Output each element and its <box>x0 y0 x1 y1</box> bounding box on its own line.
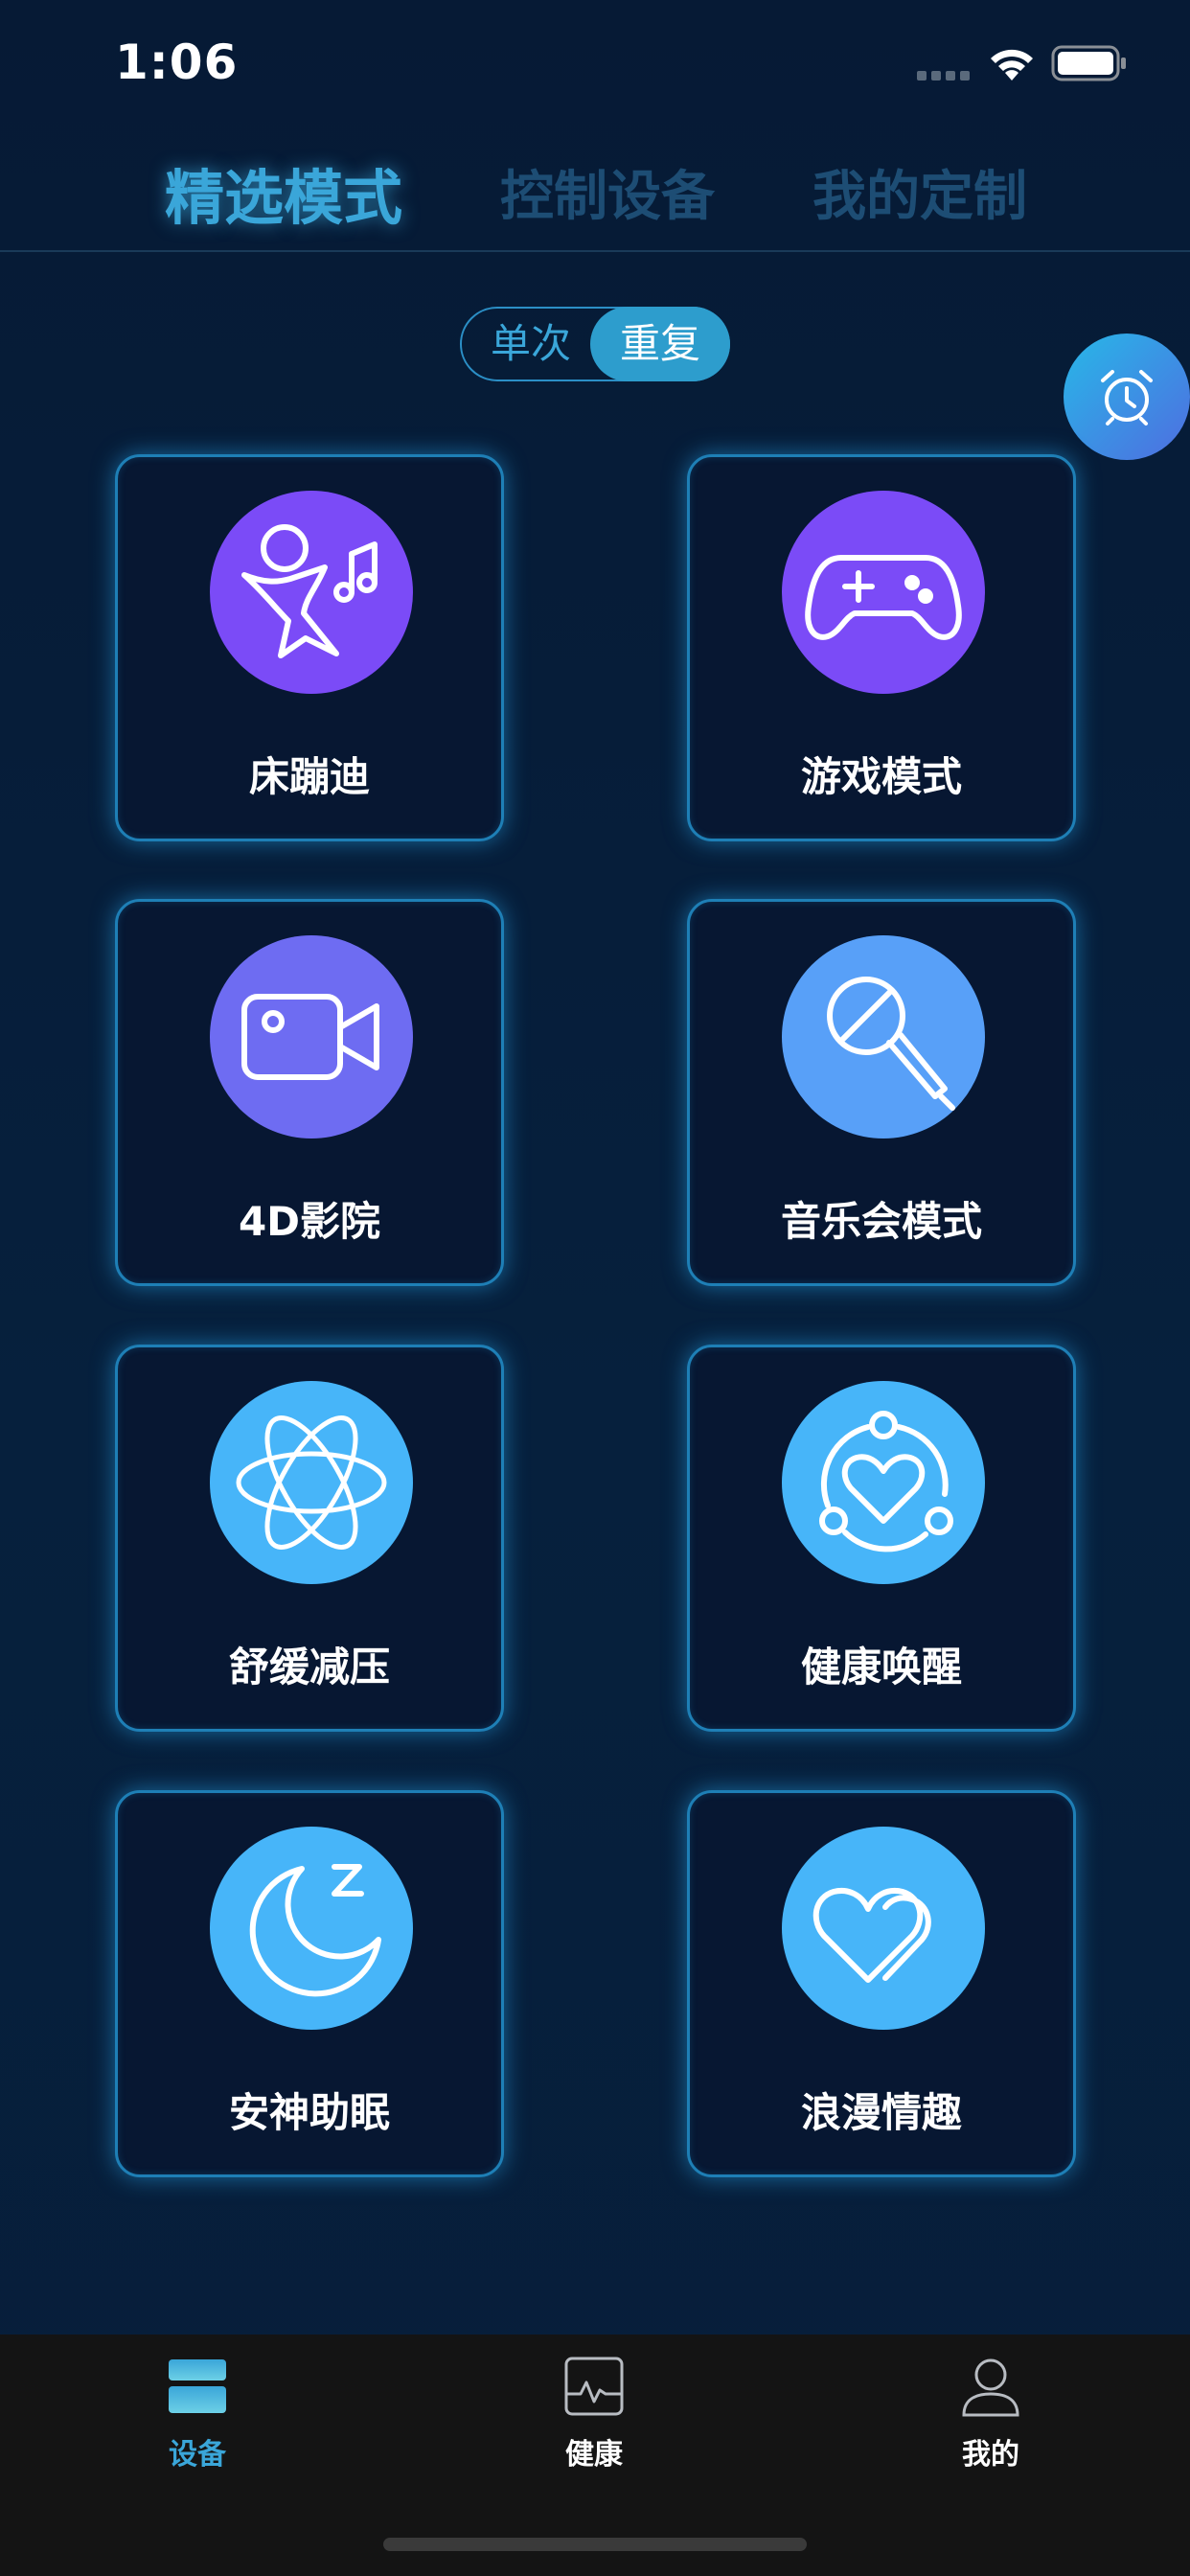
mode-label: 音乐会模式 <box>780 1198 982 1245</box>
repeat-segment-control: 单次 重复 <box>460 307 730 381</box>
alarm-button[interactable] <box>1064 334 1190 460</box>
nav-devices[interactable]: 设备 <box>121 2356 274 2472</box>
mode-label: 游戏模式 <box>800 753 962 800</box>
status-time: 1:06 <box>115 34 239 90</box>
wifi-icon <box>991 49 1033 80</box>
gamepad-icon <box>782 491 985 694</box>
health-monitor-icon <box>564 2357 624 2416</box>
moon-sleep-icon <box>210 1827 413 2030</box>
tabs-divider <box>0 250 1190 252</box>
dancing-person-icon <box>210 491 413 694</box>
segment-once[interactable]: 单次 <box>464 309 598 380</box>
alarm-clock-icon <box>1101 370 1153 426</box>
nav-mine[interactable]: 我的 <box>914 2356 1067 2472</box>
mode-card-concert[interactable]: 音乐会模式 <box>687 899 1076 1286</box>
top-tab-bar: 精选模式 控制设备 我的定制 <box>0 144 1190 249</box>
mode-label: 浪漫情趣 <box>800 2089 962 2136</box>
tab-featured-modes[interactable]: 精选模式 <box>165 150 402 236</box>
double-heart-icon <box>782 1827 985 2030</box>
microphone-icon <box>782 935 985 1138</box>
home-indicator <box>383 2538 807 2551</box>
nav-label: 健康 <box>565 2438 623 2472</box>
mode-label: 4D影院 <box>238 1198 381 1245</box>
battery-icon <box>1051 45 1126 81</box>
mode-card-bed-disco[interactable]: 床蹦迪 <box>115 454 504 841</box>
atom-icon <box>210 1381 413 1584</box>
mode-card-sleep-aid[interactable]: 安神助眠 <box>115 1790 504 2177</box>
nav-label: 设备 <box>169 2438 226 2472</box>
status-bar: 1:06 <box>0 0 1190 125</box>
heart-orbit-icon <box>782 1381 985 1584</box>
mode-label: 舒缓减压 <box>228 1644 390 1690</box>
mode-card-4d-cinema[interactable]: 4D影院 <box>115 899 504 1286</box>
mode-label: 安神助眠 <box>228 2089 390 2136</box>
mode-label: 健康唤醒 <box>800 1644 962 1690</box>
person-icon <box>962 2358 1019 2417</box>
devices-icon <box>169 2359 226 2413</box>
video-camera-icon <box>210 935 413 1138</box>
cellular-signal-icon <box>917 71 970 80</box>
segment-repeat[interactable]: 重复 <box>590 307 730 381</box>
mode-card-soothe-relax[interactable]: 舒缓减压 <box>115 1345 504 1732</box>
mode-card-romance[interactable]: 浪漫情趣 <box>687 1790 1076 2177</box>
tab-my-custom[interactable]: 我的定制 <box>812 153 1027 231</box>
mode-card-game[interactable]: 游戏模式 <box>687 454 1076 841</box>
mode-card-healthy-wake[interactable]: 健康唤醒 <box>687 1345 1076 1732</box>
nav-label: 我的 <box>962 2438 1019 2472</box>
nav-health[interactable]: 健康 <box>517 2356 671 2472</box>
tab-control-device[interactable]: 控制设备 <box>500 153 715 231</box>
mode-label: 床蹦迪 <box>248 753 370 800</box>
